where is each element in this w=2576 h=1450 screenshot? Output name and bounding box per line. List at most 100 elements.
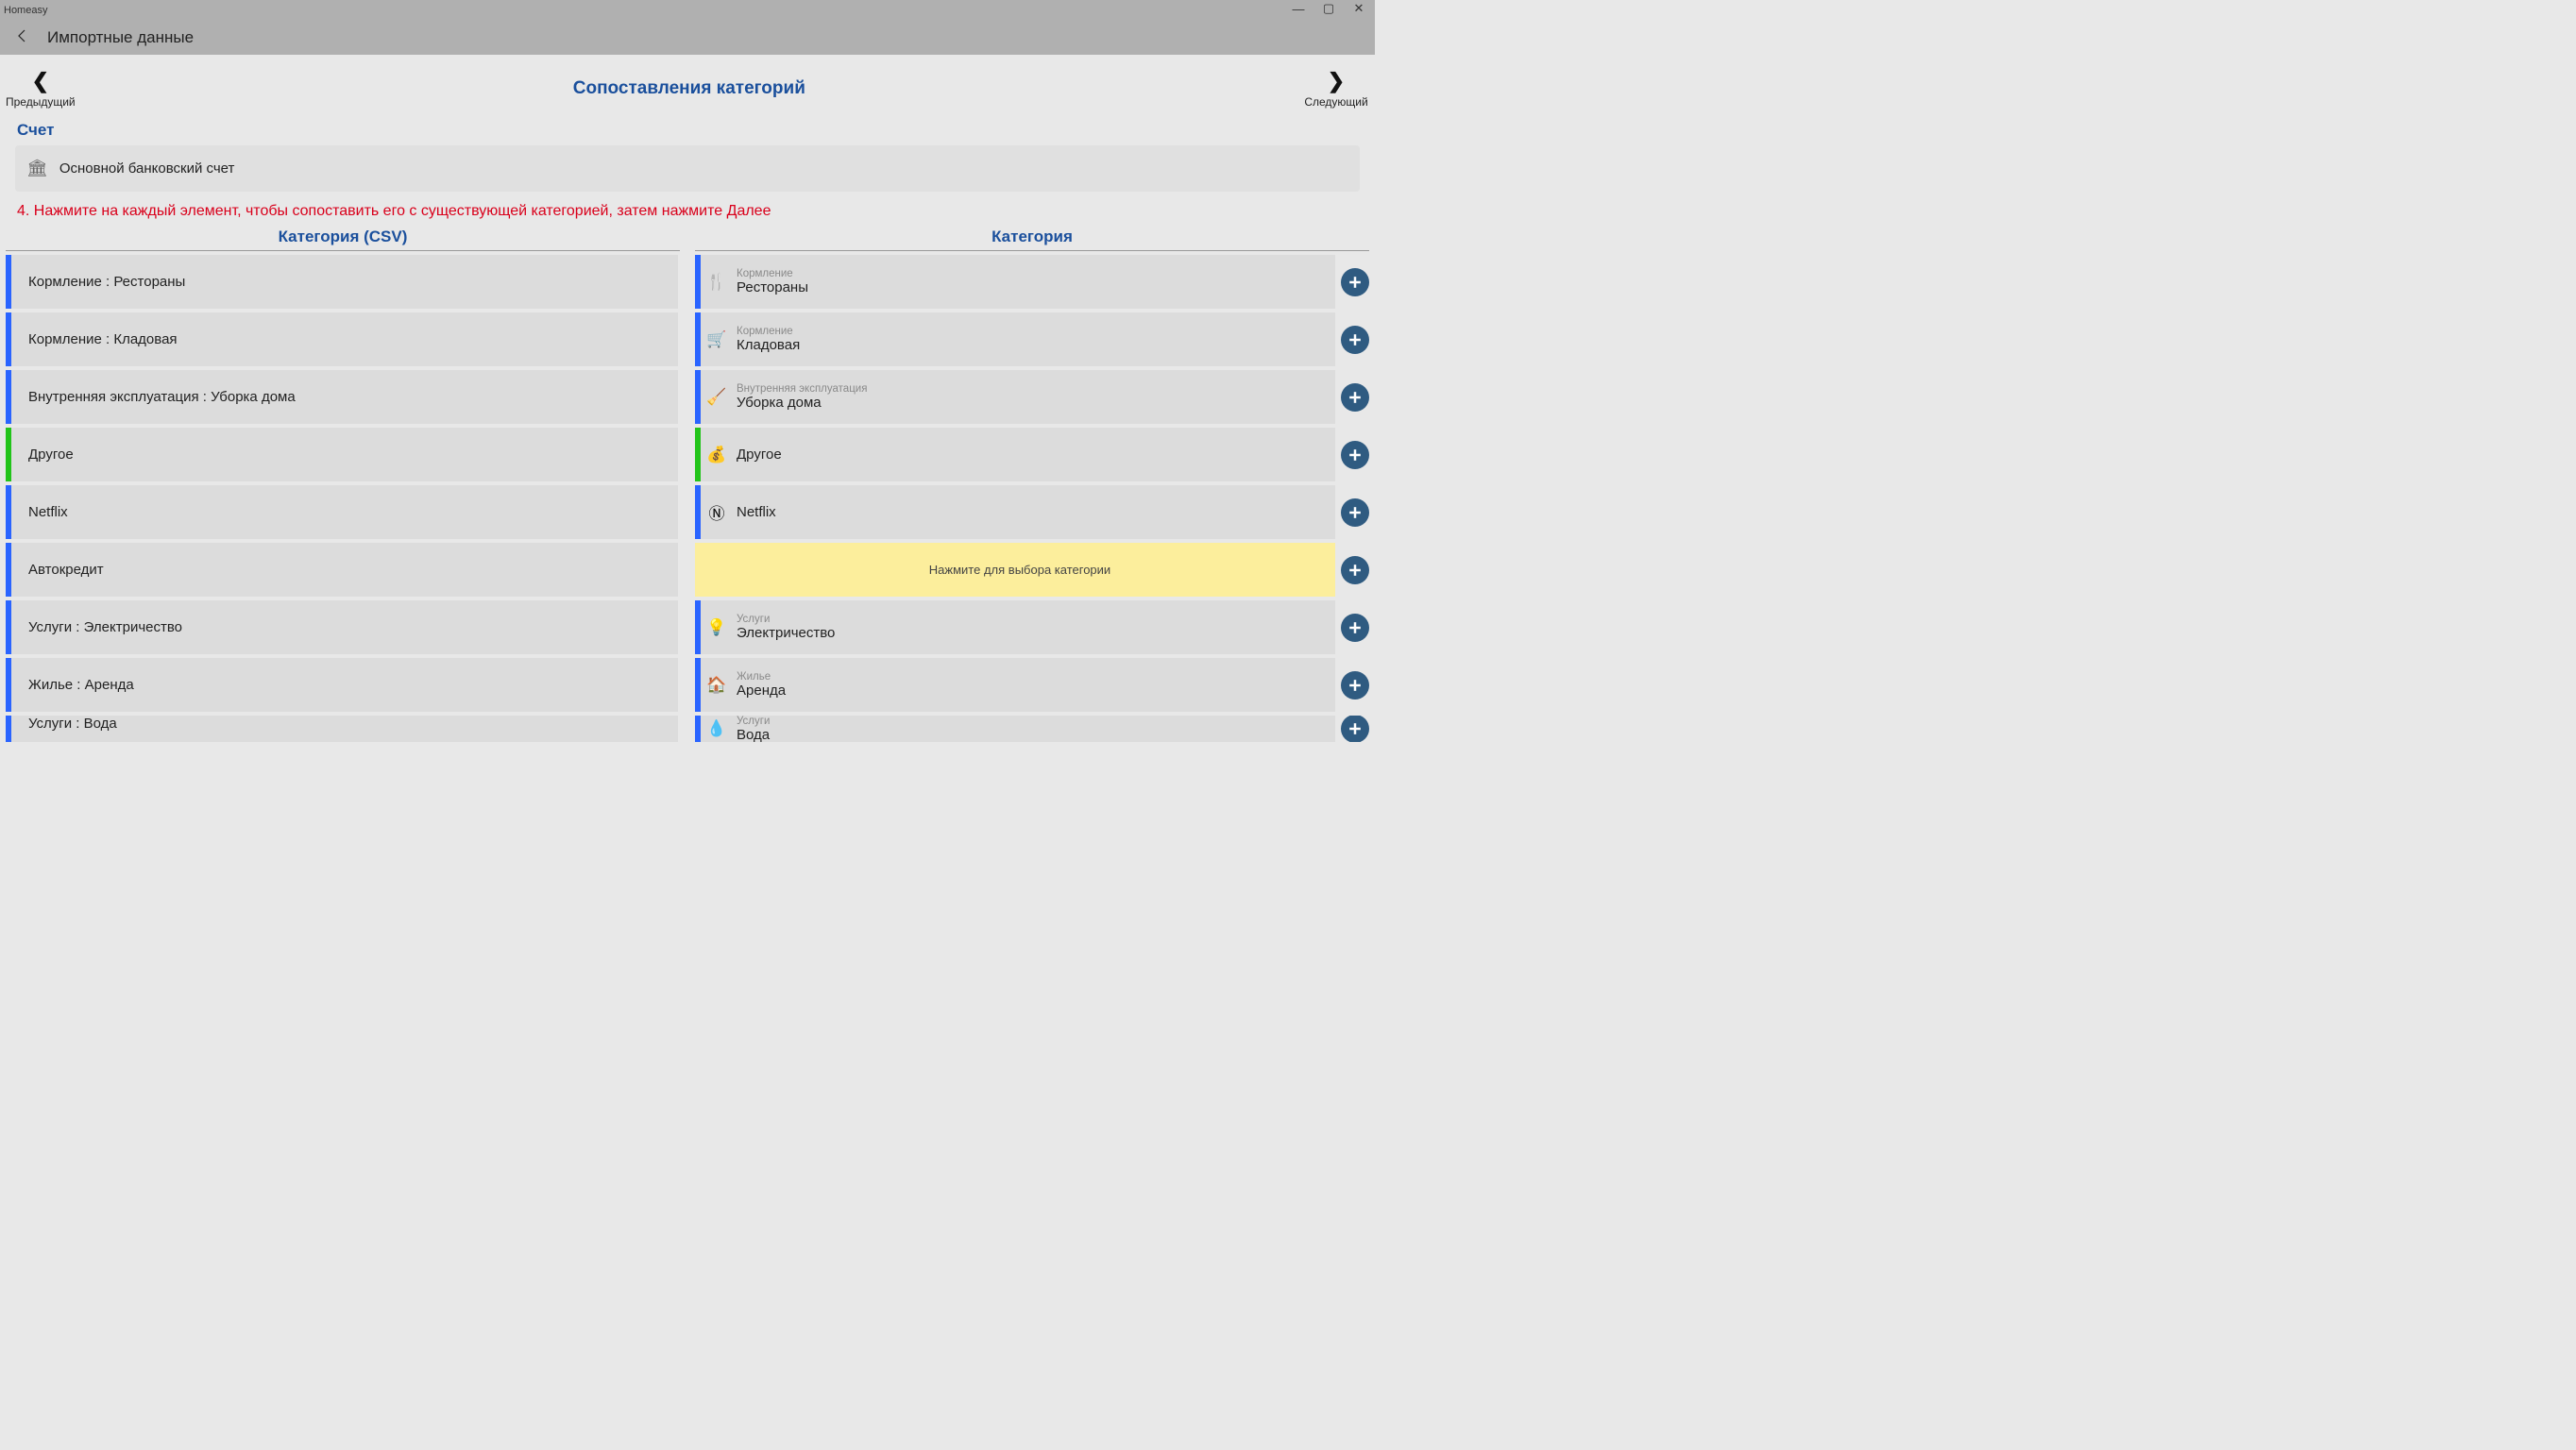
plus-icon [1346,618,1364,637]
category-row: 💰 Другое [695,428,1369,481]
plus-icon [1346,330,1364,349]
account-box[interactable]: 🏛 Основной банковский счет [15,145,1360,192]
add-category-button[interactable] [1341,556,1369,584]
add-category-button[interactable] [1341,671,1369,700]
csv-category-list: Кормление : РестораныКормление : Кладова… [6,255,680,742]
page-title: Сопоставления категорий [76,78,1303,99]
account-name: Основной банковский счет [59,160,235,177]
header-title: Импортные данные [47,28,194,47]
category-name-label: Электричество [737,625,835,641]
plus-icon [1346,561,1364,580]
csv-category-item[interactable]: Кормление : Кладовая [6,312,678,366]
category-text: КормлениеКладовая [737,326,800,353]
category-group-label: Услуги [737,614,835,625]
mapping-columns: Категория (CSV) Кормление : РестораныКор… [0,228,1375,746]
category-item[interactable]: 💧 УслугиВода [695,716,1335,742]
category-row: 💡 УслугиЭлектричество [695,600,1369,654]
category-icon: Ⓝ [704,500,729,524]
category-text: Другое [737,447,782,463]
category-row: 🏠 ЖильеАренда [695,658,1369,712]
category-icon: 🧹 [704,388,729,407]
csv-category-item[interactable]: Другое [6,428,678,481]
category-row: 🍴 КормлениеРестораны [695,255,1369,309]
wizard-nav: ❮ Предыдущий Сопоставления категорий ❯ С… [0,55,1375,115]
category-icon: 🛒 [704,330,729,349]
category-group-label: Кормление [737,268,808,279]
csv-category-item[interactable]: Внутренняя эксплуатация : Уборка дома [6,370,678,424]
add-category-button[interactable] [1341,498,1369,527]
next-button[interactable]: ❯ Следующий [1303,69,1369,109]
plus-icon [1346,503,1364,522]
plus-icon [1346,719,1364,738]
category-icon: 💧 [704,719,729,738]
category-group-label: Кормление [737,326,800,337]
category-icon: 🏠 [704,676,729,695]
plus-icon [1346,676,1364,695]
category-column: Категория 🍴КормлениеРестораны🛒КормлениеК… [695,228,1369,746]
window-titlebar: Homeasy — ▢ ✕ [0,0,1375,21]
bank-icon: 🏛 [26,159,48,178]
prev-button[interactable]: ❮ Предыдущий [6,69,76,109]
category-text: Netflix [737,504,776,520]
csv-category-item[interactable]: Автокредит [6,543,678,597]
close-button[interactable]: ✕ [1350,0,1367,17]
csv-category-item[interactable]: Кормление : Рестораны [6,255,678,309]
plus-icon [1346,388,1364,407]
category-icon: 💡 [704,618,729,637]
category-text: УслугиЭлектричество [737,614,835,641]
plus-icon [1346,446,1364,464]
csv-category-column: Категория (CSV) Кормление : РестораныКор… [6,228,680,746]
csv-col-header: Категория (CSV) [6,228,680,251]
category-row: 🧹 Внутренняя эксплуатацияУборка дома [695,370,1369,424]
category-icon: 💰 [704,446,729,464]
window-controls: — ▢ ✕ [1290,0,1373,17]
category-row: 🛒 КормлениеКладовая [695,312,1369,366]
category-name-label: Рестораны [737,279,808,295]
category-item[interactable]: 🧹 Внутренняя эксплуатацияУборка дома [695,370,1335,424]
cat-col-header: Категория [695,228,1369,251]
category-name-label: Netflix [737,504,776,520]
back-button[interactable] [8,25,38,52]
category-row: Нажмите для выбора категории [695,543,1369,597]
next-label: Следующий [1304,95,1367,109]
category-name-label: Другое [737,447,782,463]
csv-category-item[interactable]: Услуги : Электричество [6,600,678,654]
plus-icon [1346,273,1364,292]
category-select-prompt[interactable]: Нажмите для выбора категории [695,543,1335,597]
category-item[interactable]: 💡 УслугиЭлектричество [695,600,1335,654]
category-item[interactable]: Ⓝ Netflix [695,485,1335,539]
category-item[interactable]: 🏠 ЖильеАренда [695,658,1335,712]
add-category-button[interactable] [1341,716,1369,742]
minimize-button[interactable]: — [1290,0,1307,17]
category-text: ЖильеАренда [737,671,786,699]
page-body: ❮ Предыдущий Сопоставления категорий ❯ С… [0,55,1375,773]
category-item[interactable]: 💰 Другое [695,428,1335,481]
category-select-prompt-text: Нажмите для выбора категории [929,563,1110,577]
category-name-label: Уборка дома [737,395,867,411]
chevron-left-icon: ❮ [32,69,49,93]
category-group-label: Внутренняя эксплуатация [737,383,867,395]
prev-label: Предыдущий [6,95,76,109]
instruction-text: 4. Нажмите на каждый элемент, чтобы сопо… [0,199,1375,228]
category-name-label: Аренда [737,683,786,699]
category-name-label: Кладовая [737,337,800,353]
csv-category-item[interactable]: Жилье : Аренда [6,658,678,712]
category-group-label: Услуги [737,716,770,727]
add-category-button[interactable] [1341,441,1369,469]
category-text: УслугиВода [737,716,770,742]
category-row: Ⓝ Netflix [695,485,1369,539]
add-category-button[interactable] [1341,268,1369,296]
add-category-button[interactable] [1341,326,1369,354]
app-title: Homeasy [4,5,47,16]
csv-category-item[interactable]: Услуги : Вода [6,716,678,742]
app-header: Импортные данные [0,21,1375,55]
category-item[interactable]: 🛒 КормлениеКладовая [695,312,1335,366]
add-category-button[interactable] [1341,383,1369,412]
category-group-label: Жилье [737,671,786,683]
category-text: Внутренняя эксплуатацияУборка дома [737,383,867,411]
csv-category-item[interactable]: Netflix [6,485,678,539]
maximize-button[interactable]: ▢ [1320,0,1337,17]
category-icon: 🍴 [704,273,729,292]
add-category-button[interactable] [1341,614,1369,642]
category-item[interactable]: 🍴 КормлениеРестораны [695,255,1335,309]
